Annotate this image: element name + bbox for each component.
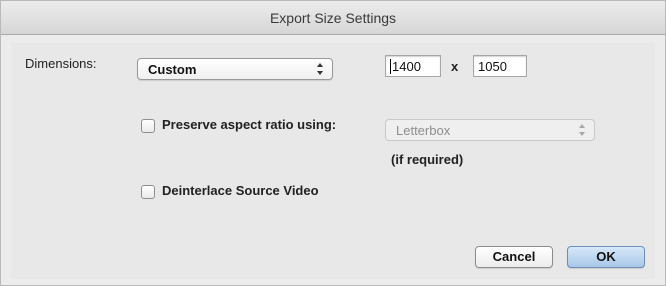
ok-button[interactable]: OK	[567, 246, 645, 268]
text-caret	[390, 59, 391, 74]
width-value: 1400	[392, 59, 421, 74]
height-value: 1050	[478, 59, 507, 74]
cancel-button[interactable]: Cancel	[475, 246, 553, 268]
if-required-note: (if required)	[391, 152, 464, 167]
dialog-content: Dimensions: Custom 1400 x 1050 Preserve …	[11, 43, 655, 279]
width-field[interactable]: 1400	[385, 55, 441, 77]
window-title: Export Size Settings	[269, 10, 397, 26]
deinterlace-label[interactable]: Deinterlace Source Video	[162, 183, 319, 198]
dimensions-preset-value: Custom	[148, 62, 197, 77]
popup-arrows-icon	[317, 63, 323, 75]
aspect-method-popup[interactable]: Letterbox	[385, 119, 595, 141]
preserve-aspect-label[interactable]: Preserve aspect ratio using:	[162, 117, 336, 132]
dimensions-preset-popup[interactable]: Custom	[137, 58, 333, 80]
title-bar: Export Size Settings	[1, 1, 665, 35]
popup-arrows-icon	[579, 124, 585, 136]
aspect-method-value: Letterbox	[396, 123, 451, 138]
preserve-aspect-checkbox[interactable]	[141, 119, 155, 133]
deinterlace-checkbox[interactable]	[141, 185, 155, 199]
height-field[interactable]: 1050	[473, 55, 527, 77]
dimensions-label: Dimensions:	[25, 56, 97, 71]
export-size-settings-dialog: Export Size Settings Dimensions: Custom …	[0, 0, 666, 286]
dimension-separator: x	[451, 59, 459, 74]
